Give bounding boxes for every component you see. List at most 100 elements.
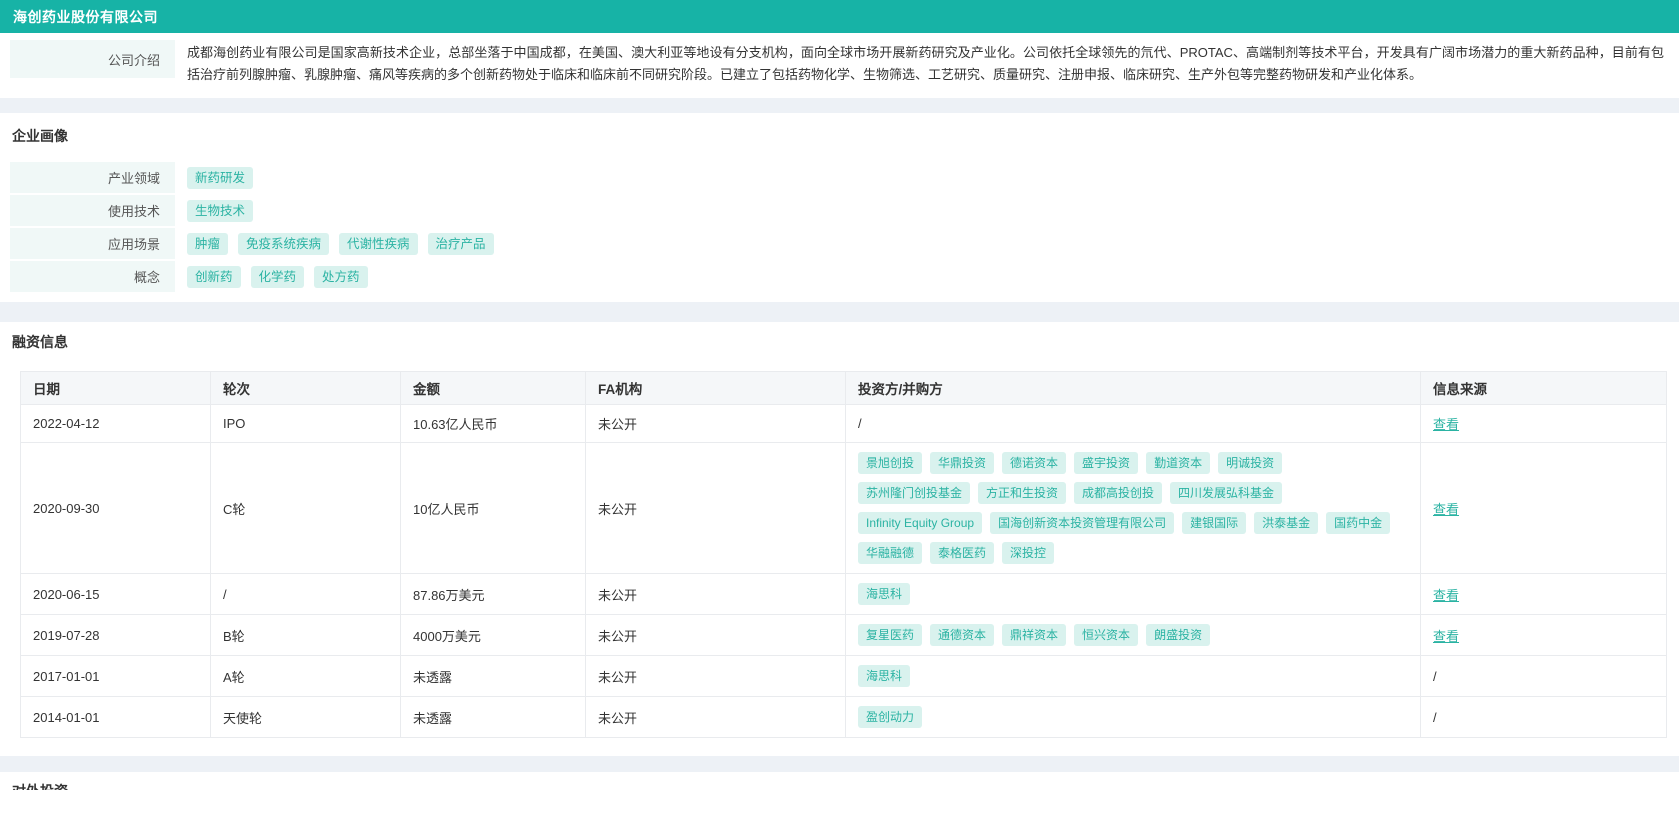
financing-table-body: 2022-04-12IPO10.63亿人民币未公开/查看2020-09-30C轮… — [21, 405, 1667, 738]
investor-tag[interactable]: 鼎祥资本 — [1002, 624, 1066, 646]
portrait-tag[interactable]: 创新药 — [187, 266, 241, 288]
enterprise-portrait-section: 企业画像 产业领域新药研发使用技术生物技术应用场景肿瘤免疫系统疾病代谢性疾病治疗… — [0, 113, 1679, 302]
portrait-tag[interactable]: 新药研发 — [187, 167, 253, 189]
portrait-row: 应用场景肿瘤免疫系统疾病代谢性疾病治疗产品 — [10, 228, 1666, 259]
financing-row: 2022-04-12IPO10.63亿人民币未公开/查看 — [21, 405, 1667, 443]
portrait-tag[interactable]: 化学药 — [251, 266, 305, 288]
financing-round-cell: C轮 — [211, 443, 401, 574]
financing-table-head: 日期轮次金额FA机构投资方/并购方信息来源 — [21, 372, 1667, 405]
financing-round-cell: IPO — [211, 405, 401, 443]
financing-date-cell: 2019-07-28 — [21, 615, 211, 656]
financing-column-header: 轮次 — [211, 372, 401, 405]
investor-tag[interactable]: 方正和生投资 — [978, 482, 1066, 504]
investor-tag[interactable]: 华鼎投资 — [930, 452, 994, 474]
portrait-row-label: 应用场景 — [10, 228, 175, 259]
intro-label: 公司介绍 — [10, 40, 175, 78]
portrait-row: 概念创新药化学药处方药 — [10, 261, 1666, 292]
financing-source-cell: / — [1421, 656, 1667, 697]
financing-investors-cell: 盈创动力 — [846, 697, 1421, 738]
investor-tag[interactable]: 华融融德 — [858, 542, 922, 564]
investor-tag[interactable]: 泰格医药 — [930, 542, 994, 564]
view-source-link[interactable]: 查看 — [1433, 502, 1459, 517]
financing-date-cell: 2017-01-01 — [21, 656, 211, 697]
investor-tag[interactable]: 海思科 — [858, 583, 910, 605]
investor-tag[interactable]: 洪泰基金 — [1254, 512, 1318, 534]
financing-source-cell: 查看 — [1421, 615, 1667, 656]
financing-date-cell: 2020-06-15 — [21, 574, 211, 615]
financing-round-cell: A轮 — [211, 656, 401, 697]
investor-tag[interactable]: 通德资本 — [930, 624, 994, 646]
portrait-tag[interactable]: 免疫系统疾病 — [238, 233, 329, 255]
financing-source-cell: / — [1421, 697, 1667, 738]
investor-tag[interactable]: Infinity Equity Group — [858, 512, 982, 534]
investor-tag[interactable]: 复星医药 — [858, 624, 922, 646]
portrait-row-tags: 新药研发 — [175, 162, 1666, 193]
portrait-row-label: 概念 — [10, 261, 175, 292]
investor-tag[interactable]: 建银国际 — [1182, 512, 1246, 534]
financing-amount-cell: 4000万美元 — [401, 615, 586, 656]
investor-tag[interactable]: 四川发展弘科基金 — [1170, 482, 1282, 504]
investor-tag[interactable]: 国药中金 — [1326, 512, 1390, 534]
view-source-link[interactable]: 查看 — [1433, 417, 1459, 432]
financing-amount-cell: 未透露 — [401, 656, 586, 697]
financing-round-cell: B轮 — [211, 615, 401, 656]
financing-amount-cell: 10亿人民币 — [401, 443, 586, 574]
investor-tag[interactable]: 盈创动力 — [858, 706, 922, 728]
investor-tag[interactable]: 成都高投创投 — [1074, 482, 1162, 504]
investor-tag[interactable]: 苏州隆门创投基金 — [858, 482, 970, 504]
investor-tag[interactable]: 国海创新资本投资管理有限公司 — [990, 512, 1174, 534]
financing-row: 2014-01-01天使轮未透露未公开盈创动力/ — [21, 697, 1667, 738]
financing-investors-cell: 海思科 — [846, 574, 1421, 615]
investor-tag[interactable]: 勤道资本 — [1146, 452, 1210, 474]
portrait-tag[interactable]: 生物技术 — [187, 200, 253, 222]
investor-tag[interactable]: 深投控 — [1002, 542, 1054, 564]
financing-date-cell: 2014-01-01 — [21, 697, 211, 738]
portrait-tag[interactable]: 治疗产品 — [428, 233, 494, 255]
portrait-row: 使用技术生物技术 — [10, 195, 1666, 226]
financing-section-title: 融资信息 — [12, 332, 1666, 352]
financing-column-header: 信息来源 — [1421, 372, 1667, 405]
financing-investors-cell: / — [846, 405, 1421, 443]
financing-column-header: 金额 — [401, 372, 586, 405]
financing-round-cell: 天使轮 — [211, 697, 401, 738]
portrait-section-title: 企业画像 — [12, 126, 1666, 146]
investor-tag[interactable]: 景旭创投 — [858, 452, 922, 474]
financing-source-cell: 查看 — [1421, 574, 1667, 615]
section-separator — [0, 98, 1679, 113]
portrait-row-label: 使用技术 — [10, 195, 175, 226]
view-source-link[interactable]: 查看 — [1433, 629, 1459, 644]
company-intro-row: 公司介绍 成都海创药业有限公司是国家高新技术企业，总部坐落于中国成都，在美国、澳… — [10, 40, 1666, 86]
portrait-tag[interactable]: 处方药 — [314, 266, 368, 288]
financing-fa-cell: 未公开 — [586, 615, 846, 656]
investor-tag[interactable]: 朗盛投资 — [1146, 624, 1210, 646]
financing-fa-cell: 未公开 — [586, 656, 846, 697]
portrait-row-label: 产业领域 — [10, 162, 175, 193]
portrait-tag[interactable]: 代谢性疾病 — [339, 233, 418, 255]
financing-row: 2017-01-01A轮未透露未公开海思科 / — [21, 656, 1667, 697]
financing-fa-cell: 未公开 — [586, 405, 846, 443]
financing-investors-cell: 海思科 — [846, 656, 1421, 697]
financing-investors-cell: 复星医药通德资本鼎祥资本恒兴资本朗盛投资 — [846, 615, 1421, 656]
portrait-row: 产业领域新药研发 — [10, 162, 1666, 193]
company-intro-section: 公司介绍 成都海创药业有限公司是国家高新技术企业，总部坐落于中国成都，在美国、澳… — [0, 33, 1679, 98]
section-separator — [0, 302, 1679, 322]
portrait-row-tags: 肿瘤免疫系统疾病代谢性疾病治疗产品 — [175, 228, 1666, 259]
financing-source-cell: 查看 — [1421, 443, 1667, 574]
investor-tag[interactable]: 盛宇投资 — [1074, 452, 1138, 474]
portrait-tag[interactable]: 肿瘤 — [187, 233, 228, 255]
company-name: 海创药业股份有限公司 — [13, 7, 158, 27]
section-separator — [0, 756, 1679, 772]
view-source-link[interactable]: 查看 — [1433, 588, 1459, 603]
investor-tag[interactable]: 德诺资本 — [1002, 452, 1066, 474]
financing-column-header: 投资方/并购方 — [846, 372, 1421, 405]
investor-tag[interactable]: 明诚投资 — [1218, 452, 1282, 474]
financing-date-cell: 2020-09-30 — [21, 443, 211, 574]
financing-round-cell: / — [211, 574, 401, 615]
investor-tag[interactable]: 恒兴资本 — [1074, 624, 1138, 646]
financing-table: 日期轮次金额FA机构投资方/并购方信息来源 2022-04-12IPO10.63… — [20, 371, 1667, 738]
financing-row: 2020-06-15/87.86万美元未公开海思科查看 — [21, 574, 1667, 615]
financing-amount-cell: 未透露 — [401, 697, 586, 738]
company-profile-page: 海创药业股份有限公司 公司介绍 成都海创药业有限公司是国家高新技术企业，总部坐落… — [0, 0, 1679, 834]
investor-tag[interactable]: 海思科 — [858, 665, 910, 687]
financing-fa-cell: 未公开 — [586, 574, 846, 615]
